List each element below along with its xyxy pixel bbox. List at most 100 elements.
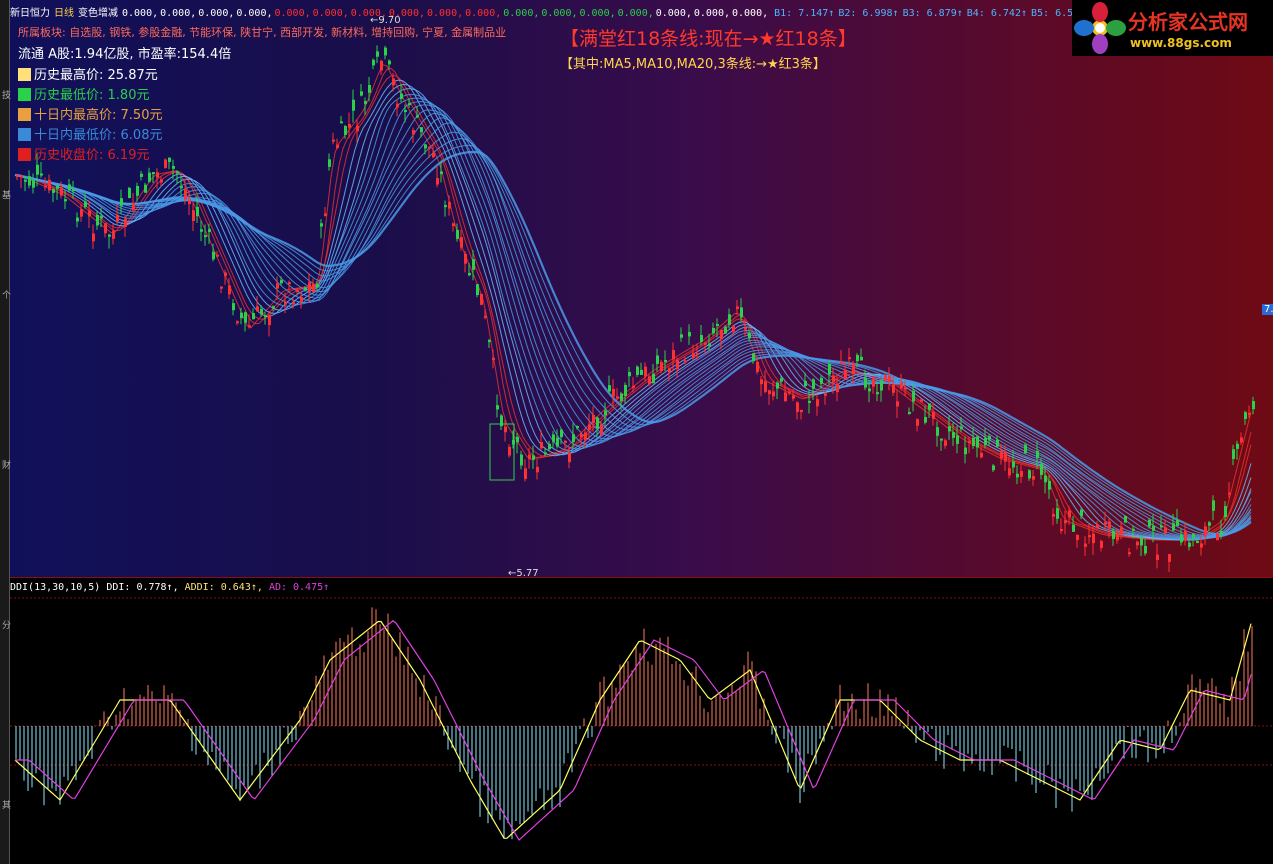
candle-body bbox=[1012, 461, 1015, 468]
candle-body bbox=[460, 237, 463, 248]
candle-body bbox=[692, 352, 695, 359]
candle-body bbox=[1200, 543, 1203, 548]
candle-body bbox=[724, 326, 727, 334]
candle-body bbox=[964, 447, 967, 455]
left-tab-1[interactable]: 技 bbox=[0, 90, 10, 99]
candle-body bbox=[656, 355, 659, 364]
candle-body bbox=[248, 325, 251, 328]
candle-body bbox=[148, 172, 151, 182]
left-tab-3[interactable]: 个 bbox=[0, 290, 10, 299]
candle-body bbox=[48, 179, 51, 191]
legend-value: 7.50元 bbox=[120, 108, 163, 123]
indicator-value: 0.000, bbox=[579, 8, 616, 19]
legend-swatch bbox=[18, 148, 31, 161]
candle-body bbox=[800, 409, 803, 413]
period-label[interactable]: 日线 bbox=[54, 8, 74, 19]
candle-body bbox=[480, 293, 483, 305]
candle-body bbox=[252, 313, 255, 320]
candle-body bbox=[284, 302, 287, 305]
candle-body bbox=[456, 229, 459, 239]
candle-body bbox=[140, 173, 143, 177]
candle-body bbox=[452, 223, 455, 227]
candle-body bbox=[1212, 500, 1215, 511]
candle-body bbox=[1032, 476, 1035, 480]
candle-body bbox=[740, 307, 743, 318]
site-logo[interactable]: 分析家公式网 www.88gs.com bbox=[1072, 0, 1273, 56]
candle-body bbox=[440, 171, 443, 175]
candle-body bbox=[712, 327, 715, 334]
candle-body bbox=[400, 93, 403, 99]
candle-body bbox=[324, 213, 327, 216]
candle-body bbox=[212, 251, 215, 260]
candle-body bbox=[540, 442, 543, 449]
candle-body bbox=[204, 235, 207, 238]
legend-swatch bbox=[18, 68, 31, 81]
candle-body bbox=[632, 386, 635, 389]
indicator-value: 0.000, bbox=[274, 8, 311, 19]
high-price-mark: ←9.70 bbox=[370, 15, 401, 26]
candle-body bbox=[812, 379, 815, 389]
candle-body bbox=[184, 189, 187, 200]
candle-body bbox=[932, 412, 935, 419]
candle-body bbox=[1232, 449, 1235, 459]
left-tab-2[interactable]: 基 bbox=[0, 190, 10, 199]
candle-body bbox=[1208, 522, 1211, 526]
candle-body bbox=[1244, 412, 1247, 419]
candle-body bbox=[620, 393, 623, 401]
candle-body bbox=[1240, 437, 1243, 443]
candle-body bbox=[788, 391, 791, 394]
indicator-value: 0.000, bbox=[655, 8, 692, 19]
candle-body bbox=[1088, 535, 1091, 538]
price-chart-canvas[interactable] bbox=[0, 0, 1273, 864]
candle-body bbox=[660, 361, 663, 372]
candle-body bbox=[704, 342, 707, 345]
legend-item: 十日内最高价: 7.50元 bbox=[18, 104, 162, 123]
candle-body bbox=[96, 214, 99, 226]
candle-body bbox=[652, 373, 655, 383]
candle-body bbox=[368, 85, 371, 93]
candle-body bbox=[260, 309, 263, 314]
candle-body bbox=[1004, 452, 1007, 462]
candle-body bbox=[348, 123, 351, 128]
candle-body bbox=[316, 284, 319, 288]
candle-body bbox=[776, 382, 779, 389]
left-tab-5[interactable]: 分 bbox=[0, 620, 10, 629]
candle-body bbox=[116, 214, 119, 222]
legend-swatch bbox=[18, 128, 31, 141]
candle-body bbox=[908, 411, 911, 414]
candle-body bbox=[556, 437, 559, 447]
logo-url[interactable]: www.88gs.com bbox=[1130, 36, 1232, 50]
candle-body bbox=[608, 385, 611, 392]
candle-body bbox=[108, 234, 111, 237]
candle-body bbox=[1220, 530, 1223, 535]
candle-body bbox=[1048, 480, 1051, 490]
candle-body bbox=[528, 454, 531, 459]
candle-body bbox=[416, 115, 419, 118]
candle-body bbox=[384, 47, 387, 56]
candle-body bbox=[468, 272, 471, 276]
left-tab-6[interactable]: 其 bbox=[0, 800, 10, 809]
candle-body bbox=[648, 376, 651, 385]
ddi-params: DDI(13,30,10,5) bbox=[10, 582, 101, 593]
candle-body bbox=[624, 384, 627, 396]
candle-body bbox=[700, 335, 703, 342]
left-tab-4[interactable]: 财 bbox=[0, 460, 10, 469]
candle-body bbox=[344, 126, 347, 135]
candle-body bbox=[948, 426, 951, 432]
candle-body bbox=[560, 429, 563, 438]
candle-body bbox=[612, 388, 615, 397]
candle-body bbox=[1096, 524, 1099, 528]
candle-body bbox=[52, 189, 55, 193]
candle-body bbox=[1044, 475, 1047, 483]
indicator-value: 0.000, bbox=[617, 8, 654, 19]
candle-body bbox=[544, 452, 547, 455]
candle-body bbox=[628, 372, 631, 377]
candle-body bbox=[864, 377, 867, 388]
candle-body bbox=[1140, 536, 1143, 546]
candle-body bbox=[172, 166, 175, 169]
candle-body bbox=[372, 59, 375, 66]
candle-body bbox=[708, 343, 711, 346]
candle-body bbox=[1228, 492, 1231, 495]
candle-body bbox=[1164, 527, 1167, 534]
candle-body bbox=[736, 306, 739, 310]
